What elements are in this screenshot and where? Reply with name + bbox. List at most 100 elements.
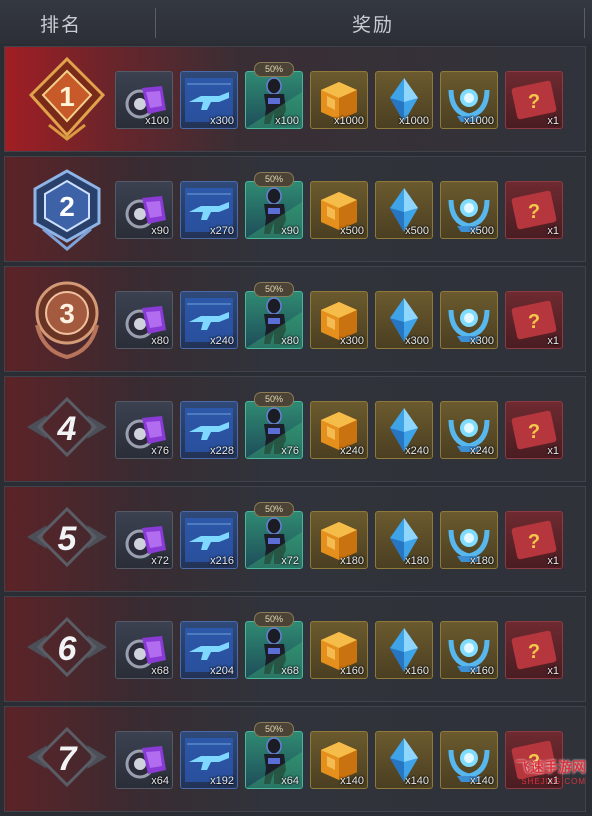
reward-quantity: x76 xyxy=(151,445,169,457)
reward-quantity: x100 xyxy=(145,115,169,127)
rank-row-5: 5 x72 x216 x72 x180 x180 x180? x1 50% xyxy=(4,486,586,592)
reward-quantity: x1000 xyxy=(334,115,364,127)
discount-percent-tag: 50% xyxy=(254,502,294,517)
svg-text:?: ? xyxy=(528,311,540,333)
orange-crate-icon[interactable]: x180 xyxy=(310,511,368,569)
reward-quantity: x160 xyxy=(470,665,494,677)
reward-quantity: x160 xyxy=(340,665,364,677)
blue-emblem-icon[interactable]: x240 xyxy=(440,401,498,459)
mystery-question-card-icon[interactable]: ? x1 xyxy=(505,181,563,239)
reward-quantity: x1 xyxy=(547,225,559,237)
blue-crystal-icon[interactable]: x300 xyxy=(375,291,433,349)
reward-quantity: x240 xyxy=(470,445,494,457)
soldier-character-icon[interactable]: x80 xyxy=(245,291,303,349)
weapon-blueprint-card-icon[interactable]: x204 xyxy=(180,621,238,679)
purple-gadget-icon[interactable]: x76 xyxy=(115,401,173,459)
reward-quantity: x300 xyxy=(405,335,429,347)
reward-quantity: x300 xyxy=(340,335,364,347)
reward-quantity: x1000 xyxy=(399,115,429,127)
blue-crystal-icon[interactable]: x240 xyxy=(375,401,433,459)
reward-quantity: x68 xyxy=(151,665,169,677)
weapon-blueprint-card-icon[interactable]: x270 xyxy=(180,181,238,239)
blue-emblem-icon[interactable]: x1000 xyxy=(440,71,498,129)
blue-crystal-icon[interactable]: x1000 xyxy=(375,71,433,129)
discount-percent-tag: 50% xyxy=(254,282,294,297)
discount-percent-tag: 50% xyxy=(254,62,294,77)
blue-emblem-icon[interactable]: x180 xyxy=(440,511,498,569)
soldier-character-icon[interactable]: x76 xyxy=(245,401,303,459)
mystery-question-card-icon[interactable]: ? x1 xyxy=(505,291,563,349)
orange-crate-icon[interactable]: x160 xyxy=(310,621,368,679)
mystery-question-card-icon[interactable]: ? x1 xyxy=(505,511,563,569)
orange-crate-icon[interactable]: x500 xyxy=(310,181,368,239)
reward-quantity: x90 xyxy=(281,225,299,237)
reward-quantity: x270 xyxy=(210,225,234,237)
reward-quantity: x180 xyxy=(340,555,364,567)
rank-badge-icon: 1 xyxy=(23,55,111,143)
header-divider-right xyxy=(584,8,585,38)
blue-crystal-icon[interactable]: x500 xyxy=(375,181,433,239)
purple-gadget-icon[interactable]: x72 xyxy=(115,511,173,569)
rank-row-6: 6 x68 x204 x68 x160 x160 x160 ? x1 50% xyxy=(4,596,586,702)
purple-gadget-icon[interactable]: x64 xyxy=(115,731,173,789)
blue-emblem-icon[interactable]: x160 xyxy=(440,621,498,679)
blue-crystal-icon[interactable]: x160 xyxy=(375,621,433,679)
soldier-character-icon[interactable]: x68 xyxy=(245,621,303,679)
rank-row-1: 1 x100 x300 x100 x1000 x1000 x1000? x1 50% xyxy=(4,46,586,152)
rank-row-7: 7 x64 x192 x64 x140 x140 x140? x1 50% xyxy=(4,706,586,812)
reward-quantity: x180 xyxy=(405,555,429,567)
reward-table: 1 x100 x300 x100 x1000 x1000 x1000? x1 50% 2 x90 x2… xyxy=(4,46,586,816)
reward-column-header: 奖励 xyxy=(352,15,395,36)
weapon-blueprint-card-icon[interactable]: x300 xyxy=(180,71,238,129)
svg-text:?: ? xyxy=(528,91,540,113)
reward-quantity: x140 xyxy=(470,775,494,787)
purple-gadget-icon[interactable]: x80 xyxy=(115,291,173,349)
reward-quantity: x300 xyxy=(210,115,234,127)
rank-badge-icon: 6 xyxy=(23,605,111,693)
weapon-blueprint-card-icon[interactable]: x240 xyxy=(180,291,238,349)
svg-text:?: ? xyxy=(528,201,540,223)
soldier-character-icon[interactable]: x90 xyxy=(245,181,303,239)
rank-badge-icon: 4 xyxy=(23,385,111,473)
discount-percent-tag: 50% xyxy=(254,172,294,187)
reward-quantity: x204 xyxy=(210,665,234,677)
weapon-blueprint-card-icon[interactable]: x228 xyxy=(180,401,238,459)
weapon-blueprint-card-icon[interactable]: x216 xyxy=(180,511,238,569)
reward-quantity: x72 xyxy=(281,555,299,567)
reward-quantity: x1 xyxy=(547,115,559,127)
blue-emblem-icon[interactable]: x140 xyxy=(440,731,498,789)
rank-badge-icon: 5 xyxy=(23,495,111,583)
rank-number: 1 xyxy=(59,81,75,112)
blue-emblem-icon[interactable]: x300 xyxy=(440,291,498,349)
soldier-character-icon[interactable]: x100 xyxy=(245,71,303,129)
reward-quantity: x500 xyxy=(470,225,494,237)
reward-quantity: x100 xyxy=(275,115,299,127)
rank-number: 6 xyxy=(58,630,78,668)
reward-quantity: x68 xyxy=(281,665,299,677)
reward-quantity: x1 xyxy=(547,445,559,457)
mystery-question-card-icon[interactable]: ? x1 xyxy=(505,71,563,129)
reward-quantity: x80 xyxy=(281,335,299,347)
orange-crate-icon[interactable]: x140 xyxy=(310,731,368,789)
reward-quantity: x240 xyxy=(210,335,234,347)
reward-quantity: x500 xyxy=(340,225,364,237)
svg-text:?: ? xyxy=(528,641,540,663)
blue-emblem-icon[interactable]: x500 xyxy=(440,181,498,239)
discount-percent-tag: 50% xyxy=(254,612,294,627)
mystery-question-card-icon[interactable]: ? x1 xyxy=(505,621,563,679)
orange-crate-icon[interactable]: x300 xyxy=(310,291,368,349)
soldier-character-icon[interactable]: x64 xyxy=(245,731,303,789)
purple-gadget-icon[interactable]: x90 xyxy=(115,181,173,239)
orange-crate-icon[interactable]: x240 xyxy=(310,401,368,459)
orange-crate-icon[interactable]: x1000 xyxy=(310,71,368,129)
purple-gadget-icon[interactable]: x68 xyxy=(115,621,173,679)
blue-crystal-icon[interactable]: x180 xyxy=(375,511,433,569)
mystery-question-card-icon[interactable]: ? x1 xyxy=(505,401,563,459)
reward-quantity: x180 xyxy=(470,555,494,567)
soldier-character-icon[interactable]: x72 xyxy=(245,511,303,569)
purple-gadget-icon[interactable]: x100 xyxy=(115,71,173,129)
weapon-blueprint-card-icon[interactable]: x192 xyxy=(180,731,238,789)
watermark: 飞速手游网 SHEJIJG.COM xyxy=(516,757,586,786)
blue-crystal-icon[interactable]: x140 xyxy=(375,731,433,789)
reward-quantity: x192 xyxy=(210,775,234,787)
